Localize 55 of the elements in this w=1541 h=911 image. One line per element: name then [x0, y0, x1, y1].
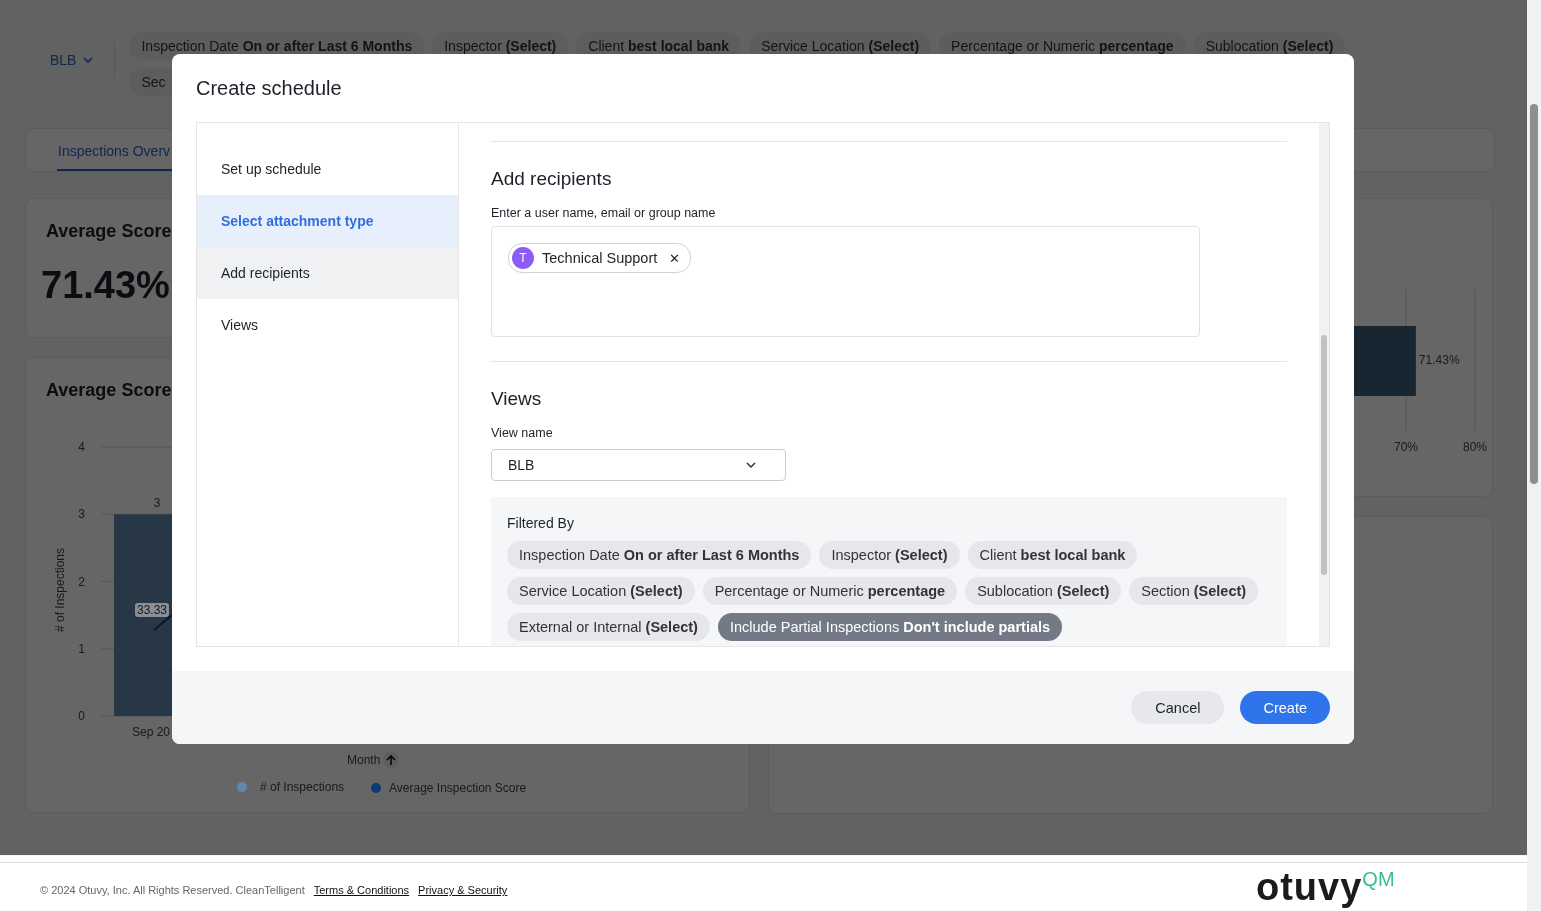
chevron-down-icon [82, 54, 95, 66]
view-name-dropdown[interactable]: BLB [491, 449, 786, 481]
axis-title: Month [347, 753, 381, 767]
card-title: Average Score [46, 380, 172, 401]
axis-title: # of Inspections [53, 547, 67, 633]
step-item[interactable]: Views [197, 299, 458, 351]
field-label: View name [491, 426, 554, 440]
logo-wordmark: otuvy [1256, 866, 1363, 909]
axis-tick-label: Sep 20 [132, 725, 171, 739]
recipients-field[interactable]: T Technical Support ✕ [491, 226, 1200, 337]
axis-tick-label: 2 [78, 574, 85, 589]
data-label: 3 [153, 496, 161, 511]
card-title: Average Score [46, 221, 172, 242]
cancel-button[interactable]: Cancel [1131, 691, 1225, 724]
step-item[interactable]: Add recipients [197, 247, 458, 299]
chevron-down-icon [745, 459, 757, 471]
step-item[interactable]: Select attachment type [197, 195, 458, 247]
avatar: T [512, 247, 534, 269]
section-heading: Views [491, 388, 543, 410]
footer-link[interactable]: Privacy & Security [418, 884, 508, 896]
field-label: Enter a user name, email or group name [491, 206, 717, 220]
step-item[interactable]: Set up schedule [197, 143, 458, 195]
filter-tag: Inspection Date On or after Last 6 Months [507, 541, 812, 569]
legend-label: # of Inspections [260, 780, 345, 794]
filter-tag: Section (Select) [1129, 577, 1259, 605]
axis-tick-label: 1 [78, 641, 85, 656]
filter-tag: External or Internal (Select) [507, 613, 710, 641]
view-dropdown[interactable]: BLB [50, 42, 116, 78]
logo-suffix: QM [1362, 868, 1395, 890]
data-label: 33.33 [135, 603, 170, 617]
panel-title: Filtered By [507, 515, 575, 531]
filter-tag: Service Location (Select) [507, 577, 695, 605]
footer-link[interactable]: Terms & Conditions [313, 884, 410, 896]
filter-tag: Client best local bank [967, 541, 1138, 569]
legend-label: Average Inspection Score [389, 781, 527, 795]
create-button[interactable]: Create [1240, 691, 1330, 724]
filter-tag: Include Partial Inspections Don't include partials [717, 613, 1063, 641]
remove-button[interactable]: ✕ [669, 250, 681, 266]
scrollbar[interactable] [1319, 123, 1329, 646]
axis-tick-label: 80% [1463, 440, 1487, 454]
dialog-title: Create schedule [195, 76, 343, 101]
copyright-text: © 2024 Otuvy, Inc. All Rights Reserved. CleanTelligent [40, 884, 305, 896]
filter-tag: Percentage or Numeric percentage [702, 577, 958, 605]
axis-tick-label: 3 [78, 507, 85, 522]
filter-tag: Inspector (Select) [819, 541, 960, 569]
axis-tick-label: 0 [78, 709, 85, 723]
filter-tag: Sublocation (Select) [965, 577, 1122, 605]
data-label: 71.43% [1418, 353, 1460, 367]
sort-up-icon [383, 752, 400, 768]
scrollbar[interactable] [1527, 0, 1541, 911]
axis-tick-label: 70% [1394, 440, 1418, 454]
axis-tick-label: 4 [78, 440, 85, 454]
section-heading: Add recipients [491, 168, 613, 190]
recipient-name: Technical Support [542, 250, 658, 266]
score-value: 71.43% [41, 264, 170, 307]
